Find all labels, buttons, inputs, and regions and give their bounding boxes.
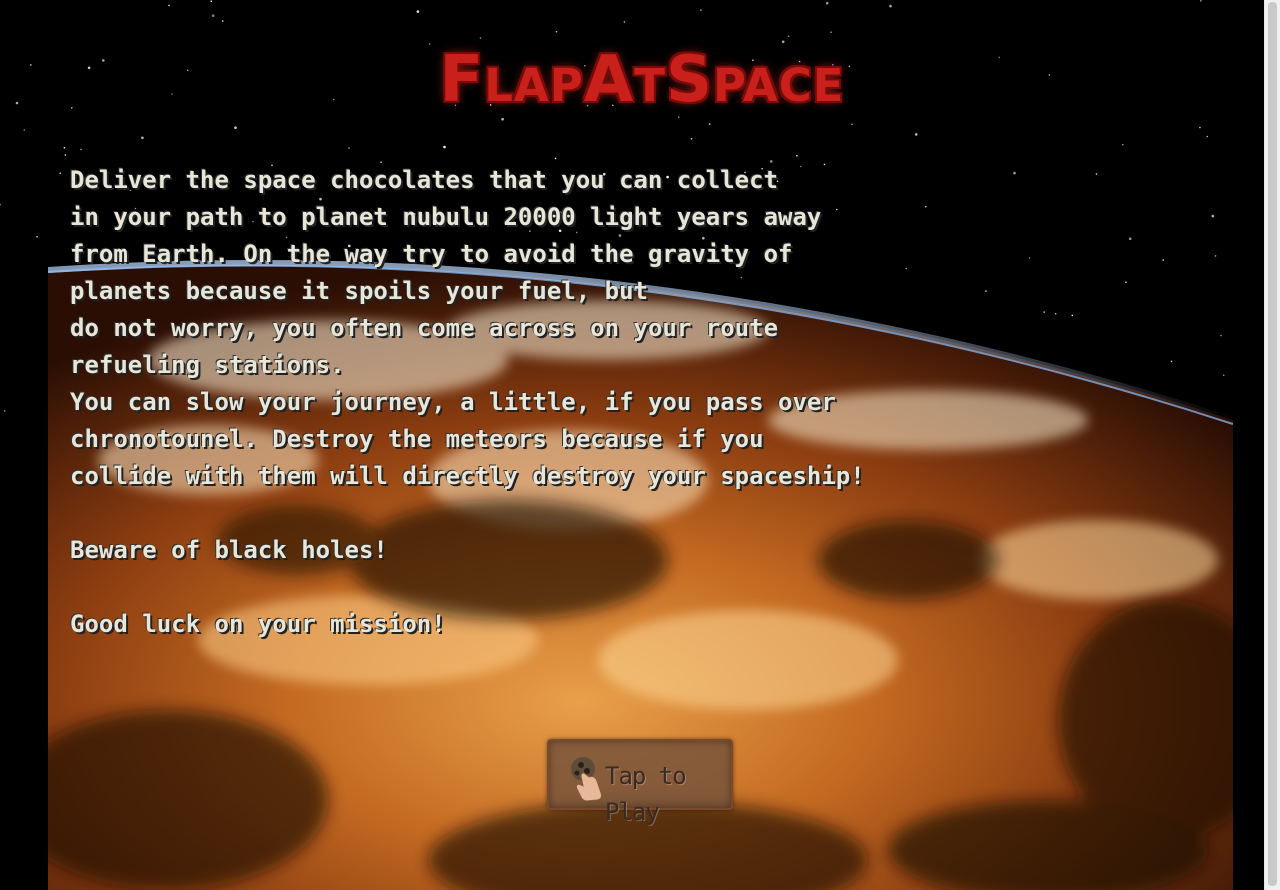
star (36, 236, 38, 238)
story-line: Beware of black holes! (70, 536, 388, 564)
star (3, 410, 6, 412)
story-line (70, 495, 950, 532)
story-line: refueling stations. (70, 351, 345, 379)
story-line: collide with them will directly destroy … (70, 462, 865, 490)
story-line: from Earth. On the way try to avoid the … (70, 240, 793, 268)
story-line: in your path to planet nubulu 20000 ligh… (70, 203, 822, 231)
star (15, 101, 19, 105)
star (30, 64, 32, 66)
story-line: Good luck on your mission! (70, 610, 446, 638)
star (23, 129, 26, 131)
tap-to-play-button[interactable]: Tap to Play (547, 739, 733, 826)
story-line: planets because it spoils your fuel, but (70, 277, 648, 305)
story-line: Deliver the space chocolates that you ca… (70, 166, 779, 194)
game-viewport: FlapAtSpace Deliver the space chocolates… (0, 0, 1264, 890)
scrollbar-thumb[interactable] (1268, 2, 1277, 886)
story-line: You can slow your journey, a little, if … (70, 388, 836, 416)
vertical-scrollbar[interactable] (1264, 0, 1280, 890)
story-line: do not worry, you often come across on y… (70, 314, 779, 342)
star (0, 203, 1, 206)
story-line (70, 569, 950, 606)
game-title: FlapAtSpace (439, 43, 845, 117)
story-text: Deliver the space chocolates that you ca… (70, 162, 950, 643)
play-button-label: Tap to Play (605, 762, 687, 826)
story-line: chronotounel. Destroy the meteors becaus… (70, 425, 764, 453)
